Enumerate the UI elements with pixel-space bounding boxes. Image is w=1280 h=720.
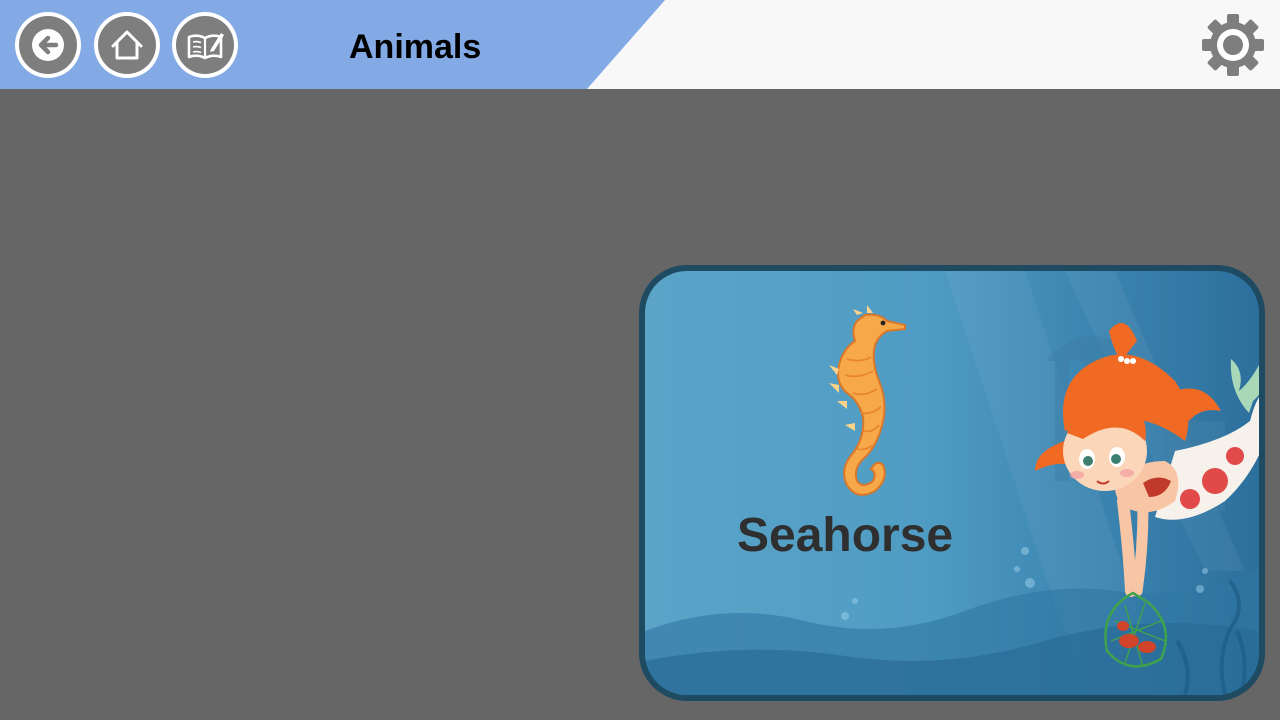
back-button[interactable] <box>15 12 81 78</box>
top-bar: Animals <box>0 0 1280 89</box>
book-edit-icon <box>187 33 224 60</box>
underwater-background <box>645 271 1259 695</box>
book-button[interactable] <box>172 12 238 78</box>
home-icon <box>111 30 143 60</box>
page-title: Animals <box>349 28 482 66</box>
gear-icon <box>1202 14 1264 76</box>
animal-card-face: Seahorse <box>645 271 1259 695</box>
seahorse-illustration <box>829 305 906 496</box>
animal-name-label: Seahorse <box>737 509 954 562</box>
home-button[interactable] <box>94 12 160 78</box>
settings-button[interactable] <box>1200 12 1266 78</box>
animal-card[interactable]: Seahorse <box>639 265 1265 701</box>
back-arrow-icon <box>32 29 64 61</box>
